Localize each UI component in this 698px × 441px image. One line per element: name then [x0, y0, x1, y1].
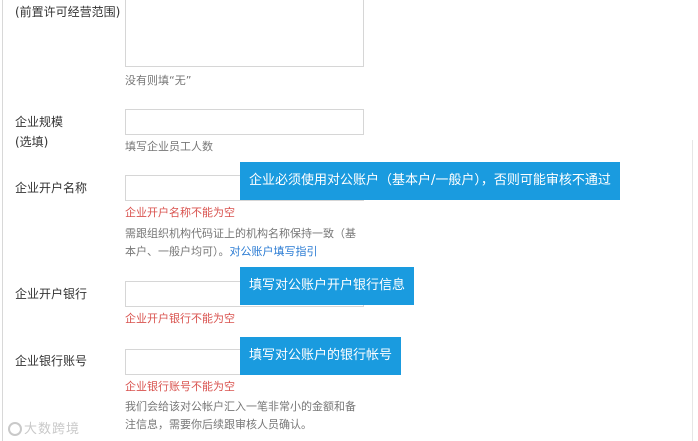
bank-callout: 填写对公账户开户银行信息 — [240, 267, 415, 305]
account-no-hint-line2: 注信息，需要你后续跟审核人员确认。 — [125, 418, 312, 431]
account-name-error: 企业开户名称不能为空 — [125, 206, 235, 219]
account-no-error: 企业银行账号不能为空 — [125, 380, 235, 393]
bank-label: 企业开户银行 — [15, 287, 88, 301]
account-name-hint-line1: 需跟组织机构代码证上的机构名称保持一致（基 — [125, 227, 356, 240]
account-no-callout: 填写对公账户的银行帐号 — [240, 337, 402, 375]
account-name-hint-line2: 本户、一般户均可）。对公账户填写指引 — [125, 243, 370, 261]
scale-label-line2: (选填) — [15, 135, 49, 149]
scale-hint: 填写企业员工人数 — [125, 140, 213, 153]
account-no-label: 企业银行账号 — [15, 354, 88, 368]
scale-input[interactable] — [125, 109, 364, 135]
scope-textarea[interactable] — [125, 0, 364, 67]
scale-label-line1: 企业规模 — [15, 115, 64, 129]
account-name-hint: 需跟组织机构代码证上的机构名称保持一致（基 本户、一般户均可）。对公账户填写指引 — [125, 225, 370, 261]
right-border — [692, 140, 693, 441]
account-guide-link[interactable]: 对公账户填写指引 — [230, 245, 318, 258]
account-no-hint-line1: 我们会给该对公帐户汇入一笔非常小的金额和备 — [125, 400, 356, 413]
watermark-logo-icon — [8, 422, 22, 436]
left-border — [2, 0, 3, 441]
account-no-hint: 我们会给该对公帐户汇入一笔非常小的金额和备 注信息，需要你后续跟审核人员确认。 — [125, 398, 370, 434]
watermark-text: 大数跨境 — [24, 422, 81, 437]
bank-error: 企业开户银行不能为空 — [125, 312, 235, 325]
account-name-hint-text: 本户、一般户均可）。 — [125, 245, 230, 258]
scope-hint: 没有则填“无” — [125, 74, 192, 87]
account-name-callout: 企业必须使用对公账户（基本户/一般户），否则可能审核不通过 — [240, 162, 620, 200]
scale-label: 企业规模 (选填) — [15, 112, 63, 152]
scope-label: (前置许可经营范围) — [15, 5, 121, 19]
watermark: 大数跨境 — [8, 418, 80, 437]
account-name-label: 企业开户名称 — [15, 181, 88, 195]
